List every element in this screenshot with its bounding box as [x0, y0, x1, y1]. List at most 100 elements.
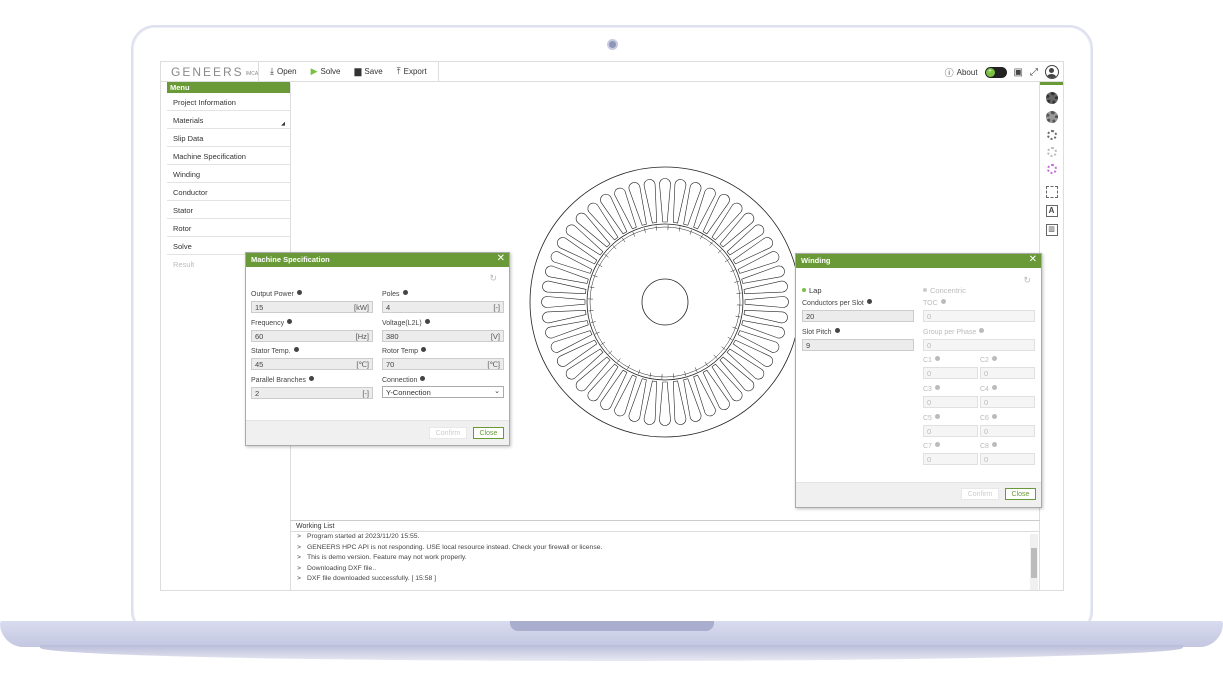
text-icon[interactable]: A: [1045, 205, 1058, 217]
stator-slot: [541, 296, 586, 308]
group-per-phase-input: 0: [923, 339, 1035, 351]
log-line: > Downloading DXF file..: [291, 564, 1040, 575]
sidebar-item-machine-specification[interactable]: Machine Specification: [167, 147, 290, 165]
scrollbar-thumb[interactable]: [1031, 548, 1037, 578]
frequency-input[interactable]: 60 [Hz]: [251, 330, 373, 342]
unit-label: [-]: [362, 389, 369, 398]
slot-pitch-input[interactable]: 9: [802, 339, 914, 351]
stator-slot: [693, 187, 716, 230]
theme-toggle[interactable]: +: [984, 66, 1007, 78]
stator-highlight-icon[interactable]: [1046, 164, 1057, 174]
fullscreen-icon[interactable]: ⤢: [1030, 67, 1038, 78]
rotor-full-icon[interactable]: [1045, 92, 1058, 104]
parallel-branches-input[interactable]: 2 [-]: [251, 387, 373, 399]
chart-icon[interactable]: ▥: [1045, 224, 1058, 236]
c2-label: C2: [980, 356, 997, 364]
dialog-title: Winding: [801, 256, 831, 265]
export-button[interactable]: ⤒ Export: [390, 62, 434, 82]
dialog-header: Winding ✕: [796, 254, 1041, 268]
save-label: Save: [364, 67, 383, 76]
refresh-icon[interactable]: ↻: [489, 273, 497, 284]
close-button[interactable]: Close: [1005, 488, 1036, 500]
close-button[interactable]: Close: [473, 427, 504, 439]
sidebar-item-slip-data[interactable]: Slip Data: [167, 129, 290, 147]
stator-light-icon[interactable]: [1046, 147, 1057, 157]
fit-view-icon[interactable]: [1045, 186, 1058, 198]
conductors-per-slot-input[interactable]: 20: [802, 310, 914, 322]
avatar[interactable]: [1045, 65, 1059, 79]
stator-slot: [587, 363, 619, 402]
c7-label: C7: [923, 442, 940, 450]
sidebar-item-label: Machine Specification: [173, 152, 246, 161]
stator-slot: [628, 182, 647, 226]
save-button[interactable]: ▆ Save: [348, 62, 390, 82]
connection-select[interactable]: Y-Connection ⌄: [382, 386, 504, 398]
stator-temp-input[interactable]: 45 [℃]: [251, 358, 373, 370]
log-line: > This is demo version. Feature may not w…: [291, 553, 1040, 564]
unit-label: [-]: [493, 303, 500, 312]
c3-label: C3: [923, 385, 940, 393]
right-toolbar: A ▥: [1039, 82, 1063, 590]
about-button[interactable]: ⓘ About: [945, 62, 978, 82]
rotor-slot: [608, 350, 613, 355]
solve-label: Solve: [320, 67, 341, 76]
stator-slot: [550, 330, 593, 353]
sidebar-item-conductor[interactable]: Conductor: [167, 183, 290, 201]
poles-input[interactable]: 4 [-]: [382, 301, 504, 313]
sidebar-item-materials[interactable]: Materials ◢: [167, 111, 290, 129]
voltage-input[interactable]: 380 [V]: [382, 330, 504, 342]
info-icon: [991, 385, 997, 390]
translate-icon[interactable]: ▣: [1014, 67, 1023, 78]
camera-icon: [607, 39, 618, 50]
stator-slot: [672, 380, 687, 425]
info-icon: [421, 347, 427, 352]
info-icon: ⓘ: [944, 67, 954, 78]
log-prompt: >: [297, 554, 301, 561]
stator-slot: [557, 237, 598, 265]
sidebar-item-label: Project Information: [173, 98, 236, 107]
log-line: > DXF file downloaded successfully. [ 15:…: [291, 574, 1040, 585]
stator-slot: [741, 320, 785, 339]
working-list-panel: Working List > Program started at 2023/11…: [290, 520, 1040, 590]
sidebar-item-rotor[interactable]: Rotor: [167, 219, 290, 237]
output-power-input[interactable]: 15 [kW]: [251, 301, 373, 313]
sidebar-item-project-information[interactable]: Project Information: [167, 93, 290, 111]
log-text: This is demo version. Feature may not wo…: [306, 554, 467, 561]
c5-input: 0: [923, 425, 978, 437]
rotor-slot: [736, 292, 742, 294]
lap-radio[interactable]: Lap: [802, 286, 822, 295]
close-icon[interactable]: ✕: [497, 253, 505, 264]
toolbar-divider: [437, 62, 439, 82]
rotor-temp-input[interactable]: 70 [℃]: [382, 358, 504, 370]
rotor-slot: [732, 326, 738, 329]
sidebar-item-stator[interactable]: Stator: [167, 201, 290, 219]
stator-slot: [711, 363, 743, 402]
concentric-radio[interactable]: Concentric: [923, 286, 966, 295]
solve-button[interactable]: ▶ Solve: [304, 62, 348, 82]
c2-input: 0: [980, 367, 1035, 379]
toc-input: 0: [923, 310, 1035, 322]
log-prompt: >: [297, 564, 301, 572]
stator-slot: [719, 212, 755, 248]
confirm-button[interactable]: Confirm: [961, 488, 999, 500]
log-text: GENEERS HPC API is not responding. USE l…: [306, 543, 603, 551]
refresh-icon[interactable]: ↻: [1023, 275, 1031, 286]
stator-gear-icon[interactable]: [1046, 130, 1057, 140]
sidebar-item-label: Materials: [173, 116, 204, 125]
stator-slot: [659, 178, 671, 223]
slot-pitch-label: Slot Pitch: [802, 328, 840, 336]
info-icon: [991, 414, 997, 419]
c6-label: C6: [980, 414, 997, 422]
confirm-button[interactable]: Confirm: [429, 427, 467, 439]
open-button[interactable]: ⤓ Open: [263, 62, 304, 82]
log-prompt: >: [297, 575, 301, 582]
c8-label: C8: [980, 442, 997, 450]
stator-slot: [726, 224, 765, 256]
sidebar-item-winding[interactable]: Winding: [167, 165, 290, 183]
close-icon[interactable]: ✕: [1029, 254, 1037, 265]
stator-slot: [600, 369, 628, 410]
log-text: Program started at 2023/11/20 15:55.: [306, 533, 420, 540]
info-icon: [866, 299, 872, 304]
rotor-outline-icon[interactable]: [1045, 111, 1058, 123]
working-list-scrollbar[interactable]: [1030, 534, 1038, 590]
